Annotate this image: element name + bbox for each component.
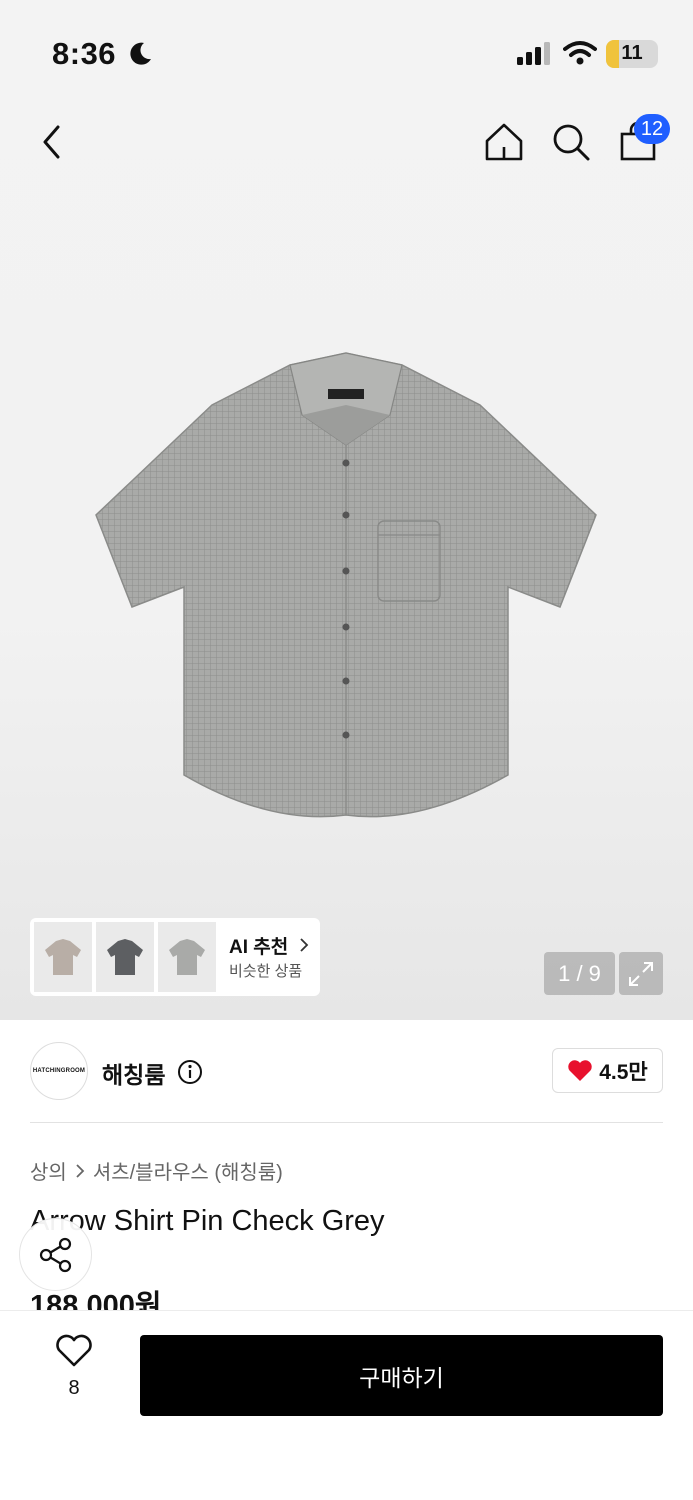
buy-button[interactable]: 구매하기 [140, 1335, 663, 1416]
home-button[interactable] [478, 116, 530, 168]
shirt-icon [45, 939, 81, 975]
heart-outline-icon [56, 1334, 92, 1367]
breadcrumb: 상의 셔츠/블라우스 (해칭룸) [30, 1156, 283, 1185]
image-page-counter: 1 / 9 [544, 952, 615, 995]
brand-name[interactable]: 해칭룸 [102, 1056, 165, 1090]
recommend-thumb[interactable] [34, 922, 92, 992]
divider [30, 1122, 663, 1123]
recommend-thumb[interactable] [96, 922, 154, 992]
home-icon [485, 123, 523, 161]
chevron-right-icon [299, 938, 308, 952]
share-icon [39, 1237, 71, 1272]
breadcrumb-category[interactable]: 상의 [30, 1156, 67, 1185]
battery-indicator: 11 [606, 40, 658, 68]
breadcrumb-subcategory[interactable]: 셔츠/블라우스 (해칭룸) [93, 1156, 283, 1185]
info-icon[interactable] [177, 1059, 203, 1085]
expand-image-button[interactable] [619, 952, 663, 995]
signal-icon [517, 42, 550, 65]
bottom-action-bar: 8 구매하기 [0, 1310, 693, 1500]
share-button[interactable] [19, 1218, 92, 1291]
ai-recommend-subtitle: 비슷한 상품 [229, 963, 303, 980]
shirt-icon [107, 939, 143, 975]
shirt-icon [169, 939, 205, 975]
wishlist-button[interactable]: 8 [44, 1333, 104, 1403]
chevron-right-icon [76, 1163, 85, 1178]
ai-recommend-label: AI 추천 [229, 937, 289, 958]
brand-logo[interactable]: HATCHINGROOM [30, 1042, 88, 1100]
brand-like-button[interactable]: 4.5만 [552, 1048, 663, 1093]
back-button[interactable] [30, 116, 74, 168]
ai-recommend-title[interactable]: AI 추천 [229, 932, 310, 959]
expand-icon [629, 961, 653, 986]
wishlist-count: 8 [68, 1377, 80, 1399]
product-image[interactable] [90, 345, 602, 825]
brand-row: HATCHINGROOM 해칭룸 4.5만 [30, 1042, 663, 1102]
wifi-icon [563, 41, 597, 65]
heart-icon [568, 1059, 592, 1081]
brand-like-count: 4.5만 [599, 1060, 648, 1084]
status-bar: 8:36 11 [0, 0, 693, 100]
recommend-thumb[interactable] [158, 922, 216, 992]
ai-recommend-panel[interactable]: AI 추천 비슷한 상품 [30, 918, 320, 996]
top-navigation [0, 110, 693, 174]
status-time: 8:36 [52, 36, 117, 71]
cart-count-badge: 12 [634, 114, 670, 144]
back-icon [43, 125, 60, 159]
battery-level: 11 [621, 42, 643, 64]
search-icon [553, 124, 590, 161]
search-button[interactable] [545, 116, 597, 168]
moon-icon [130, 42, 151, 65]
